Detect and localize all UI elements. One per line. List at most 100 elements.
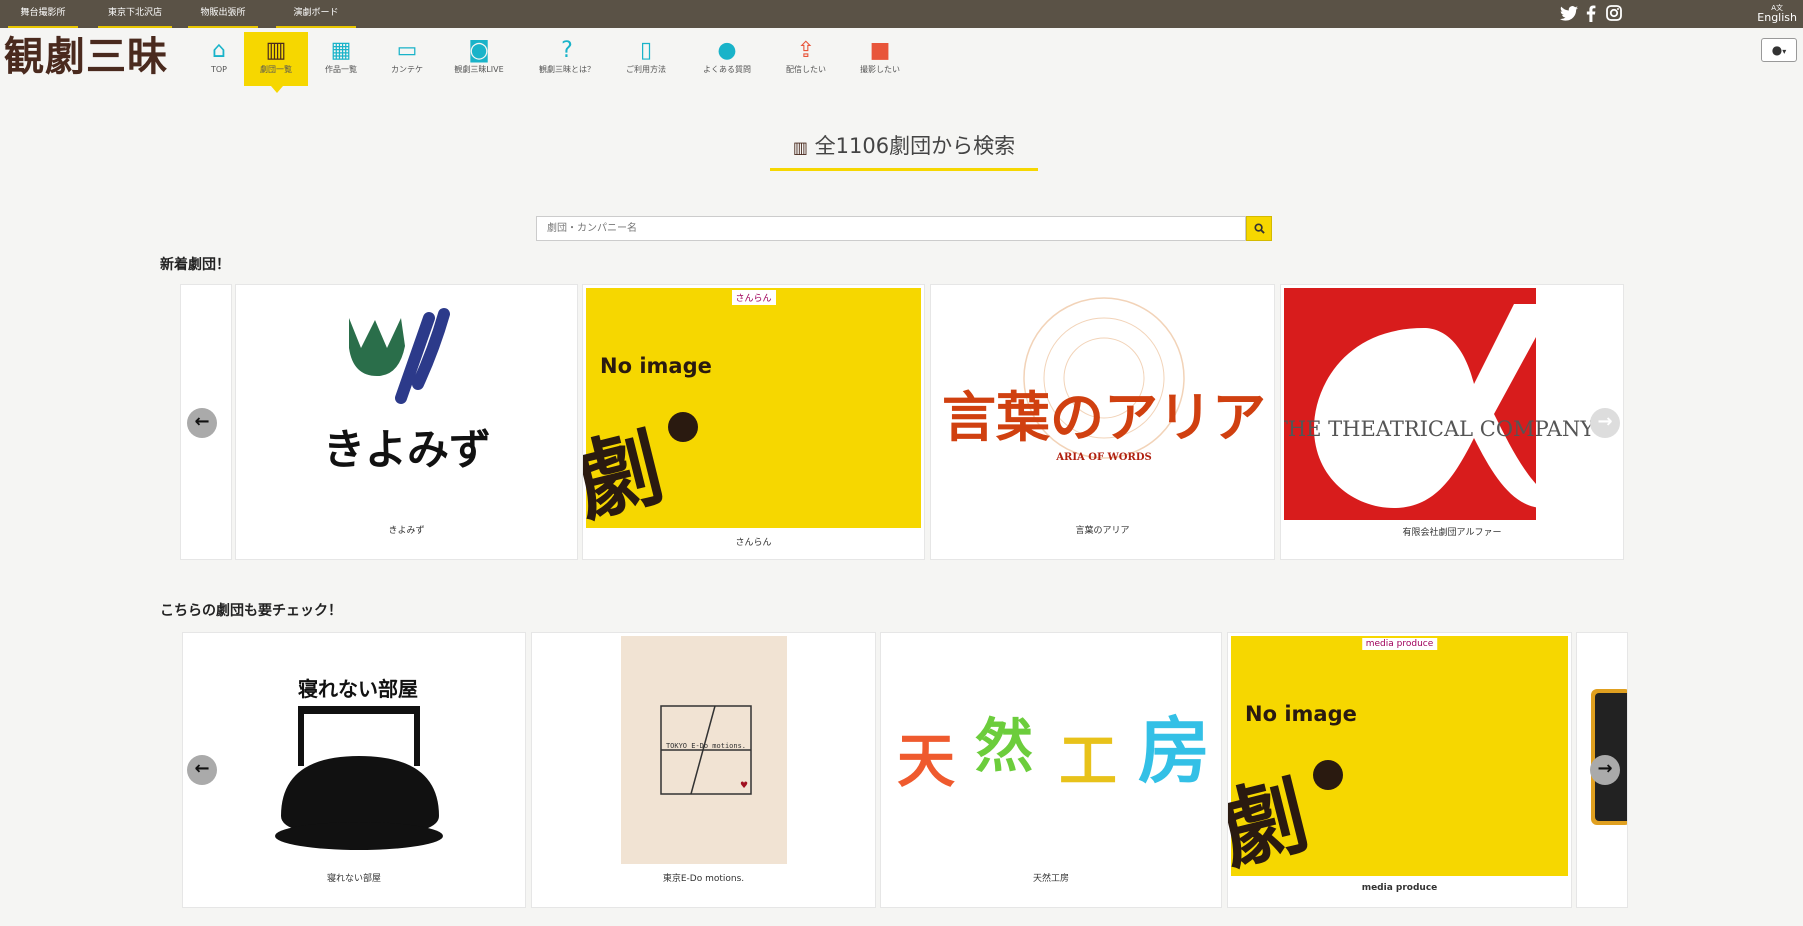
english-link[interactable]: A文 English	[1757, 3, 1797, 23]
troupe-name: 天然工房	[1032, 874, 1069, 884]
toplink-stage-filming[interactable]: 舞台撮影所	[8, 0, 78, 28]
nav-item-label: 観劇三昧LIVE	[454, 65, 504, 74]
nav-item-label: 観劇三昧とは？	[539, 65, 595, 74]
toplink-theater-board[interactable]: 演劇ボード	[276, 0, 356, 28]
ticket-icon: ▭	[396, 38, 418, 63]
facebook-icon[interactable]	[1586, 5, 1596, 22]
building-icon: ▥	[265, 38, 287, 63]
page-title: ▥ 全1106劇団から検索	[770, 130, 1038, 160]
carousel-next-arrow-icon[interactable]: →	[1590, 755, 1620, 785]
troupe-name: 寝れない部屋	[326, 874, 381, 884]
nav-item-label: カンテケ	[391, 65, 423, 74]
nav-item-label: ご利用方法	[626, 65, 666, 74]
english-label: English	[1757, 11, 1797, 24]
section-heading-new: 新着劇団！	[160, 257, 230, 273]
search-button[interactable]	[1246, 216, 1272, 241]
troupe-card[interactable]: TOKYO E-Do motions. ♥ 東京E-Do motions.	[531, 632, 876, 908]
nav-item[interactable]: ▥ 劇団一覧	[244, 32, 308, 93]
carousel-prev-arrow-icon[interactable]: ←	[187, 755, 217, 785]
troupe-logo-kiyomizu: きよみず	[323, 308, 491, 474]
page-title-text: 全1106劇団から検索	[814, 134, 1016, 158]
troupe-logo-nerenai-heya: 寝れない部屋	[275, 677, 443, 850]
live-icon: ◙	[468, 38, 490, 63]
troupe-logo-tokyo-edo: TOKYO E-Do motions. ♥	[621, 636, 787, 864]
noimage-placeholder: media produce No image 劇	[1228, 636, 1568, 883]
troupe-tag: media produce	[1361, 638, 1438, 650]
tennen-char-3: 工	[1059, 727, 1117, 795]
troupe-card[interactable]: さんらん No image 劇 さんらん	[582, 284, 925, 560]
top-bar: 舞台撮影所 東京下北沢店 物販出張所 演劇ボード A文 English	[0, 0, 1803, 28]
home-icon: ⌂	[212, 38, 226, 63]
nav-item[interactable]: ⌂ TOP	[187, 32, 251, 86]
troupe-card[interactable]: 寝れない部屋 寝れない部屋	[182, 632, 526, 908]
nav-item[interactable]: ? 観劇三昧とは？	[535, 32, 599, 86]
nav-item[interactable]: ■ 撮影したい	[848, 32, 912, 86]
troupe-name: さんらん	[735, 538, 772, 548]
figure-head-icon	[1313, 760, 1343, 790]
troupe-name: 言葉のアリア	[1075, 526, 1130, 536]
noimage-kanji: 劇	[1227, 764, 1319, 883]
troupe-card[interactable]: きよみず きよみず	[235, 284, 578, 560]
troupe-logo-tennen-kobo: 天 然 工 房	[897, 709, 1210, 795]
figure-head-icon	[668, 412, 698, 442]
troupe-logo-aria: 言葉のアリア ARIA OF WORDS	[942, 297, 1266, 463]
troupe-name: media produce	[1361, 883, 1438, 893]
nav-item-label: 劇団一覧	[260, 65, 292, 74]
nav-item[interactable]: ▯ ご利用方法	[614, 32, 678, 86]
site-logo[interactable]: 観劇三昧	[4, 33, 168, 81]
troupe-card[interactable]: THE THEATRICAL COMPANY 有限会社劇団アルファー	[1280, 284, 1624, 560]
search-input[interactable]	[536, 216, 1246, 241]
troupe-name: 東京E-Do motions.	[662, 874, 745, 884]
section-heading-check: こちらの劇団も要チェック！	[160, 603, 342, 619]
search-icon	[1253, 223, 1265, 234]
upload-icon: ⇪	[796, 38, 816, 63]
nav-item[interactable]: ◙ 観劇三昧LIVE	[447, 32, 511, 86]
troupe-name: きよみず	[388, 526, 425, 536]
video-camera-icon: ■	[869, 38, 891, 63]
chat-icon: ●	[717, 38, 737, 63]
troupe-logo-alpha: THE THEATRICAL COMPANY	[1284, 288, 1595, 520]
alpha-logo-text: THE THEATRICAL COMPANY	[1284, 417, 1595, 441]
tennen-char-1: 天	[897, 727, 955, 795]
nav-item[interactable]: ● よくある質問	[695, 32, 759, 86]
troupe-card[interactable]: 言葉のアリア ARIA OF WORDS 言葉のアリア	[930, 284, 1275, 560]
noimage-text: No image	[600, 354, 712, 378]
noimage-text: No image	[1245, 702, 1357, 726]
instagram-icon[interactable]	[1606, 5, 1622, 21]
building-icon: ▥	[792, 138, 808, 157]
nav-item-label: 撮影したい	[860, 65, 900, 74]
nerenai-logo-text: 寝れない部屋	[298, 677, 418, 701]
noimage-placeholder: さんらん No image 劇	[583, 288, 921, 535]
kiyomizu-logo-text: きよみず	[323, 425, 491, 474]
troupe-card[interactable]: media produce No image 劇 media produce	[1227, 632, 1572, 908]
smartphone-icon: ▯	[639, 38, 653, 63]
troupe-tag: さんらん	[731, 290, 776, 305]
noimage-kanji: 劇	[582, 416, 674, 535]
troupe-card[interactable]: 天 然 工 房 天然工房	[880, 632, 1222, 908]
tennen-char-4: 房	[1138, 709, 1210, 793]
carousel-next-arrow-icon[interactable]: →	[1590, 408, 1620, 438]
troupe-name: 有限会社劇団アルファー	[1402, 528, 1502, 538]
nav-item[interactable]: ⇪ 配信したい	[774, 32, 838, 86]
toplink-shimokitazawa[interactable]: 東京下北沢店	[98, 0, 172, 28]
heart-icon: ♥	[740, 781, 748, 791]
nav-item[interactable]: ▭ カンテケ	[375, 32, 439, 86]
film-icon: ▦	[330, 38, 352, 63]
user-menu-button[interactable]: ●▾	[1761, 38, 1797, 62]
caret-down-icon: ▾	[1782, 47, 1787, 56]
carousel-prev-arrow-icon[interactable]: ←	[187, 408, 217, 438]
user-icon: ●	[1771, 43, 1783, 57]
nav-item[interactable]: ▦ 作品一覧	[309, 32, 373, 86]
title-underline	[770, 168, 1038, 171]
nav-item-label: よくある質問	[703, 65, 751, 74]
aria-logo-text: 言葉のアリア	[942, 385, 1266, 449]
tokyo-edo-logo-text: TOKYO E-Do motions.	[666, 742, 746, 750]
toplink-merch[interactable]: 物販出張所	[188, 0, 258, 28]
tennen-char-2: 然	[975, 712, 1033, 780]
nav-item-label: 配信したい	[786, 65, 826, 74]
nav-item-label: 作品一覧	[325, 65, 357, 74]
nav-item-label: TOP	[210, 65, 227, 74]
aria-logo-subtext: ARIA OF WORDS	[1055, 452, 1151, 463]
twitter-icon[interactable]	[1560, 6, 1578, 21]
question-icon: ?	[561, 38, 573, 63]
